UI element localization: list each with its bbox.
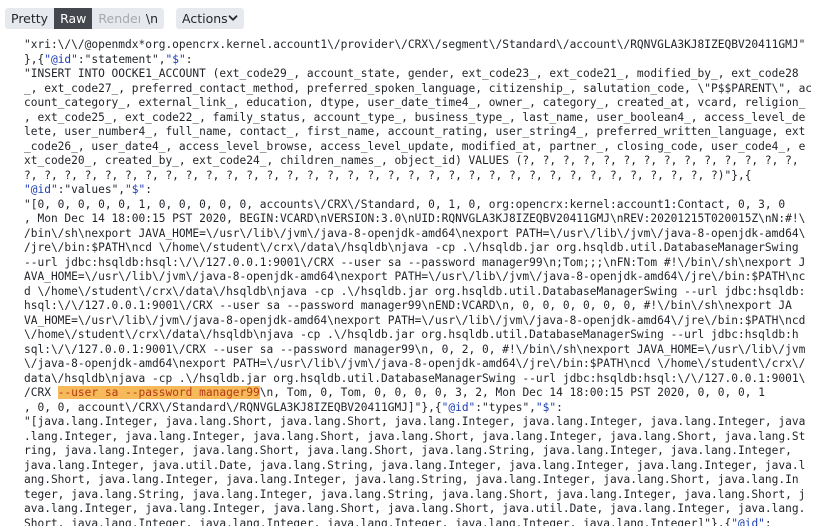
code-line: data\/hsqldb\njava -cp .\/hsqldb.jar org… — [24, 371, 806, 385]
code-line: hsql:\/\/127.0.0.1:9001\/CRX --user sa -… — [24, 299, 792, 312]
chevron-down-icon — [228, 15, 238, 21]
raw-button[interactable]: Raw — [54, 8, 93, 29]
code-line: "INSERT INTO OOCKE1_ACCOUNT (ext_code29_… — [24, 67, 799, 80]
code-line: Short, java.lang.Integer, java.lang.Inte… — [24, 516, 772, 526]
code-line: java.lang.Integer, java.util.Date, java.… — [24, 458, 806, 472]
code-line: \/home\/student\/crx\/data\/hsqldb\njava… — [24, 328, 799, 341]
pretty-button[interactable]: Pretty — [5, 8, 54, 29]
code-line: --url jdbc:hsqldb:hsql:\/\/127.0.0.1:900… — [24, 255, 806, 269]
code-line: d \/home\/student\/crx\/data\/hsqldb\nja… — [24, 284, 806, 298]
view-mode-toggle: Pretty Raw Render — [5, 8, 149, 29]
code-line: /CRX --user sa --password manager99\n, T… — [24, 386, 825, 401]
code-line: },{"@id":"statement","$": — [24, 52, 193, 66]
code-line: ava.lang.Integer, java.lang.Integer, jav… — [24, 502, 806, 515]
actions-label: Actions — [182, 11, 228, 26]
code-line: count_category_, external_link_, educati… — [24, 96, 806, 109]
message-editor-toolbar: Pretty Raw Render \n Actions — [0, 0, 825, 37]
code-line: "[0, 0, 0, 0, 0, 1, 0, 0, 0, 0, 0, accou… — [24, 197, 786, 211]
code-line: /bin\/sh\nexport JAVA_HOME=\/usr\/lib\/j… — [24, 226, 806, 240]
code-line: sql:\/\/127.0.0.1:9001\/CRX --user sa --… — [24, 342, 806, 356]
code-line: _, ext_code27_, preferred_contact_method… — [24, 81, 813, 95]
code-line: /jre\/bin:$PATH\ncd \/home\/student\/crx… — [24, 241, 799, 254]
code-line-suffix: \n, Tom, 0, Tom, 0, 0, 0, 0, 3, 2, Mon D… — [259, 386, 765, 399]
raw-message-body[interactable]: "xri:\/\/@openmdx*org.opencrx.kernel.acc… — [0, 37, 825, 526]
code-line: xt_code20_, created_by_, ext_code24_, ch… — [24, 154, 799, 167]
code-line: ?, ?, ?, ?, ?, ?, ?, ?, ?, ?, ?, ?, ?, ?… — [24, 168, 752, 182]
code-line: AVA_HOME=\/usr\/lib\/jvm\/java-8-openjdk… — [24, 270, 806, 283]
code-line: _code26_, user_date4_, access_level_brow… — [24, 139, 806, 153]
code-line: "[java.lang.Integer, java.lang.Short, ja… — [24, 415, 806, 428]
code-line: \/java-8-openjdk-amd64\nexport PATH=\/us… — [24, 357, 806, 370]
show-newlines-button[interactable]: \n — [140, 8, 164, 29]
code-line-prefix: /CRX — [24, 386, 58, 399]
code-line: VA_HOME=\/usr\/lib\/jvm\/java-8-openjdk-… — [24, 313, 806, 327]
search-match-highlight: --user sa --password manager99 — [57, 386, 260, 399]
code-line: ring, java.lang.Integer, java.lang.Short… — [24, 444, 792, 457]
code-line: lete, user_number4_, full_name, contact_… — [24, 125, 806, 138]
code-line: "@id":"values","$": — [24, 183, 153, 196]
code-line: .lang.Integer, java.lang.Integer, java.l… — [24, 429, 806, 443]
code-line: , ext_code25_, ext_code22_, family_statu… — [24, 110, 806, 124]
code-line: , Mon Dec 14 18:00:15 PST 2020, BEGIN:VC… — [24, 212, 806, 225]
code-line: teger, java.lang.String, java.lang.Integ… — [24, 487, 806, 501]
code-line: , 0, 0, account\/CRX\/Standard\/RQNVGLA3… — [24, 400, 563, 414]
code-line: "xri:\/\/@openmdx*org.opencrx.kernel.acc… — [24, 38, 806, 51]
code-line: ang.Short, java.lang.Integer, java.lang.… — [24, 473, 799, 486]
actions-dropdown-button[interactable]: Actions — [176, 8, 244, 29]
